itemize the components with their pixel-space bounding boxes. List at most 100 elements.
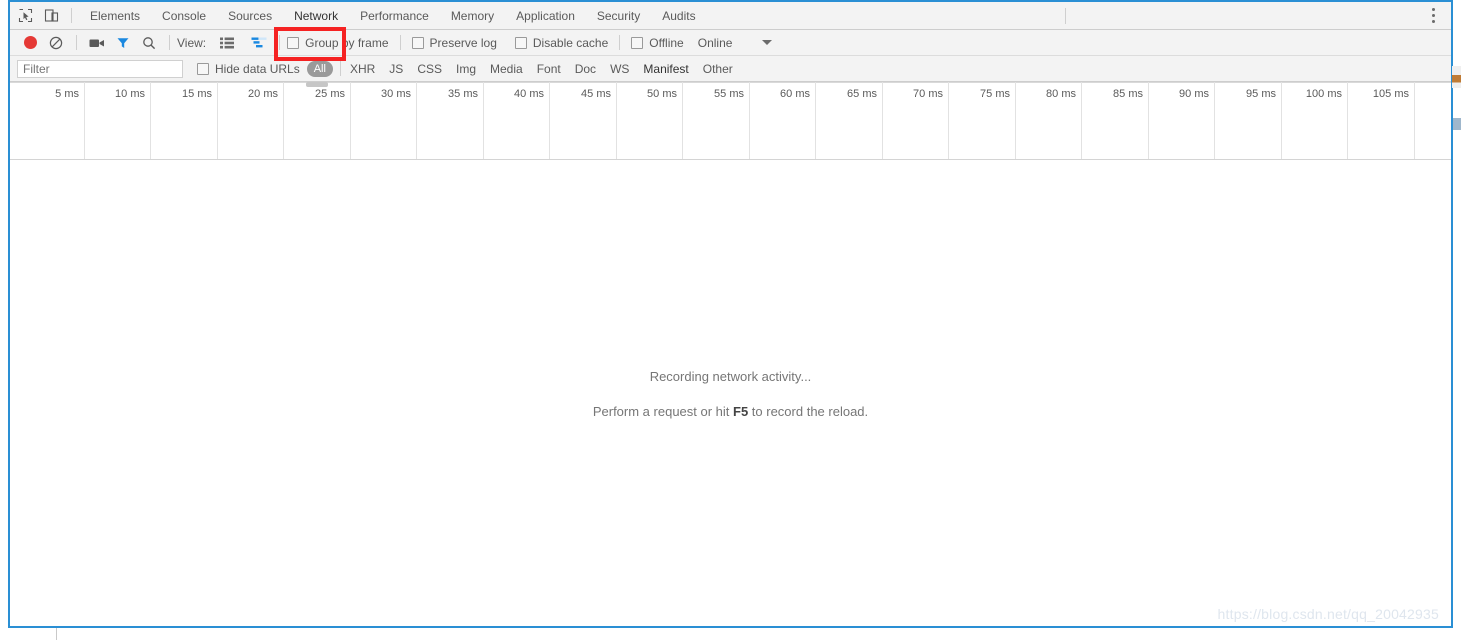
- timeline-tick-label: 25 ms: [315, 88, 345, 100]
- record-button-icon[interactable]: [17, 30, 43, 56]
- timeline-tick-label: 90 ms: [1179, 88, 1209, 100]
- timeline-tick-label: 40 ms: [514, 88, 544, 100]
- timeline-tick: 5 ms: [18, 82, 85, 159]
- timeline-tick: 90 ms: [1149, 82, 1215, 159]
- timeline-tick-label: 30 ms: [381, 88, 411, 100]
- timeline-tick: 40 ms: [484, 82, 550, 159]
- list-view-icon[interactable]: [214, 30, 240, 56]
- network-empty-state: Recording network activity... Perform a …: [10, 161, 1451, 626]
- tab-application[interactable]: Application: [505, 2, 586, 30]
- tab-list: Elements Console Sources Network Perform…: [79, 2, 707, 30]
- timeline-tick-label: 60 ms: [780, 88, 810, 100]
- timeline-tick-label: 85 ms: [1113, 88, 1143, 100]
- recording-hint-text: Perform a request or hit F5 to record th…: [593, 404, 868, 419]
- tab-performance[interactable]: Performance: [349, 2, 440, 30]
- filter-type-img[interactable]: Img: [449, 62, 483, 76]
- filter-type-other[interactable]: Other: [696, 62, 740, 76]
- tab-audits[interactable]: Audits: [651, 2, 706, 30]
- filter-row: Hide data URLs All XHR JS CSS Img Media …: [10, 56, 1451, 82]
- timeline-tick: 35 ms: [417, 82, 484, 159]
- filter-input[interactable]: [17, 59, 183, 78]
- background-strip: [0, 628, 1461, 640]
- devtools-tabstrip: Elements Console Sources Network Perform…: [10, 2, 1451, 30]
- filter-type-manifest[interactable]: Manifest: [636, 62, 695, 76]
- timeline-tick-label: 65 ms: [847, 88, 877, 100]
- clear-icon[interactable]: [43, 30, 69, 56]
- group-by-frame-label: Group by frame: [305, 35, 389, 50]
- network-toolbar: View: Group by frame Preserve log Disabl…: [10, 30, 1451, 56]
- timeline-tick-label: 105 ms: [1372, 88, 1409, 100]
- watermark: https://blog.csdn.net/qq_20042935: [1217, 606, 1439, 622]
- timeline-tick: 95 ms: [1215, 82, 1282, 159]
- filter-type-media[interactable]: Media: [483, 62, 530, 76]
- filter-type-xhr[interactable]: XHR: [343, 62, 382, 76]
- timeline-tick-label: 5 ms: [55, 88, 79, 100]
- timeline-tick: 45 ms: [550, 82, 617, 159]
- timeline-tick-label: 10 ms: [115, 88, 145, 100]
- timeline-tick-label: 55 ms: [714, 88, 744, 100]
- group-by-frame-checkbox[interactable]: Group by frame: [287, 35, 389, 50]
- preserve-log-label: Preserve log: [429, 35, 497, 50]
- timeline-tick: 85 ms: [1082, 82, 1149, 159]
- view-label: View:: [177, 35, 207, 50]
- timeline-tick-label: 100 ms: [1305, 88, 1342, 100]
- waterfall-view-icon[interactable]: [246, 30, 272, 56]
- timeline-tick: 15 ms: [151, 82, 218, 159]
- timeline-tick: 75 ms: [949, 82, 1016, 159]
- hint-suffix: to record the reload.: [748, 403, 869, 419]
- timeline-tick: 80 ms: [1016, 82, 1082, 159]
- timeline-tick-label: 45 ms: [581, 88, 611, 100]
- timeline-tick-label: 75 ms: [980, 88, 1010, 100]
- capture-screenshots-icon[interactable]: [84, 30, 110, 56]
- inspect-element-icon[interactable]: [12, 3, 38, 29]
- preserve-log-checkbox[interactable]: Preserve log: [411, 35, 497, 50]
- filter-type-ws[interactable]: WS: [603, 62, 636, 76]
- filter-type-doc[interactable]: Doc: [568, 62, 603, 76]
- timeline-tick: 25 ms: [284, 82, 351, 159]
- disable-cache-checkbox[interactable]: Disable cache: [514, 35, 609, 50]
- offline-checkbox[interactable]: Offline: [631, 35, 684, 50]
- edge-artifact-secondary: [1453, 118, 1461, 130]
- search-icon[interactable]: [136, 30, 162, 56]
- hide-data-urls-label: Hide data URLs: [215, 61, 300, 76]
- timeline-tick-label: 20 ms: [248, 88, 278, 100]
- throttling-value[interactable]: Online: [698, 36, 733, 50]
- timeline-tick: 30 ms: [351, 82, 417, 159]
- timeline-tick: 70 ms: [883, 82, 949, 159]
- timeline-tick: 105 ms: [1348, 82, 1415, 159]
- filter-type-css[interactable]: CSS: [410, 62, 449, 76]
- timeline-tick: 110: [1415, 82, 1451, 159]
- timeline-tick: 55 ms: [683, 82, 750, 159]
- tab-network[interactable]: Network: [283, 2, 349, 30]
- tab-console[interactable]: Console: [151, 2, 217, 30]
- filter-icon[interactable]: [110, 30, 136, 56]
- hide-data-urls-checkbox[interactable]: Hide data URLs: [197, 62, 300, 76]
- tab-sources[interactable]: Sources: [217, 2, 283, 30]
- tab-elements[interactable]: Elements: [79, 2, 151, 30]
- hint-key: F5: [733, 403, 749, 419]
- timeline-tick: 50 ms: [617, 82, 683, 159]
- timeline-tick: 60 ms: [750, 82, 816, 159]
- screenshot-root: DevTools - localhost/mainPage.do: [0, 0, 1461, 640]
- filter-type-font[interactable]: Font: [530, 62, 568, 76]
- chevron-down-icon[interactable]: [762, 40, 773, 45]
- hint-prefix: Perform a request or hit: [592, 403, 734, 419]
- network-timeline-ruler[interactable]: 5 ms 10 ms 15 ms 20 ms 25 ms 30 ms 35 ms 40 ms 4…: [10, 82, 1451, 160]
- timeline-tick: 20 ms: [218, 82, 284, 159]
- tab-security[interactable]: Security: [586, 2, 651, 30]
- filter-type-js[interactable]: JS: [382, 62, 410, 76]
- timeline-tick-label: 80 ms: [1046, 88, 1076, 100]
- timeline-tick: 10 ms: [85, 82, 151, 159]
- tab-memory[interactable]: Memory: [440, 2, 505, 30]
- filter-type-all[interactable]: All: [306, 60, 333, 77]
- devtools-window: Elements Console Sources Network Perform…: [8, 2, 1453, 628]
- disable-cache-label: Disable cache: [532, 35, 609, 50]
- timeline-tick-label: 70 ms: [913, 88, 943, 100]
- timeline-tick-label: 50 ms: [647, 88, 677, 100]
- timeline-tick-label: 35 ms: [448, 88, 478, 100]
- offline-label: Offline: [649, 35, 684, 50]
- more-options-icon[interactable]: [1424, 4, 1442, 28]
- timeline-tick: 100 ms: [1282, 82, 1348, 159]
- device-toolbar-icon[interactable]: [38, 3, 64, 29]
- recording-status-text: Recording network activity...: [649, 368, 812, 384]
